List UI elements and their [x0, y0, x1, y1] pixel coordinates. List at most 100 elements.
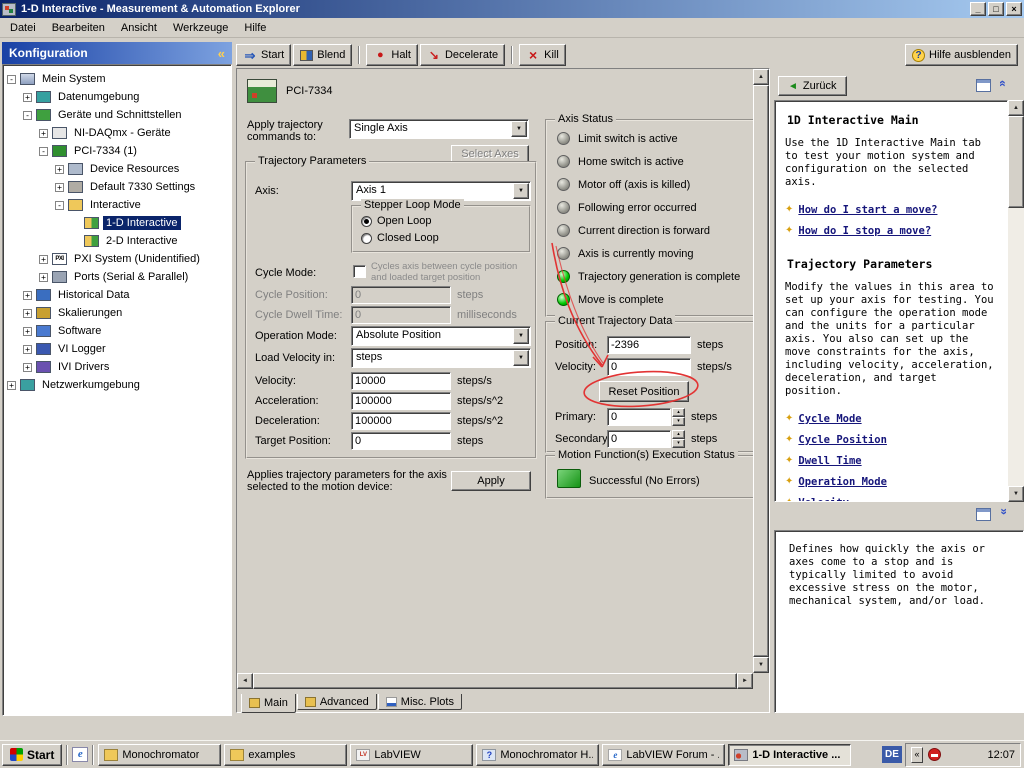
velocity-input[interactable]: 0	[607, 358, 691, 376]
start-button[interactable]: Start	[2, 743, 63, 766]
taskbar-window-1-d-interactive[interactable]: 1-D Interactive ...	[728, 743, 852, 766]
tree-item-mein-system[interactable]: - Mein System	[3, 70, 231, 88]
expand-icon[interactable]: +	[7, 380, 16, 390]
help-link-velocity[interactable]: ✦ Velocity	[781, 492, 1001, 502]
scrollbar-thumb[interactable]	[1008, 116, 1024, 208]
acceleration-input[interactable]: 100000	[351, 392, 451, 410]
collapse-down-icon[interactable]	[1000, 505, 1006, 519]
menu-werkzeuge[interactable]: Werkzeuge	[165, 19, 236, 38]
maximize-button[interactable]: □	[988, 2, 1004, 16]
tray-status-icon[interactable]	[928, 748, 941, 761]
help-link-dwell-time[interactable]: ✦ Dwell Time	[781, 450, 1001, 471]
help-window-icon[interactable]	[976, 508, 991, 521]
help-window-icon[interactable]	[976, 79, 991, 92]
help-scrollbar[interactable]: ▲ ▼	[1008, 100, 1024, 502]
collapse-sidebar-icon[interactable]	[218, 46, 225, 61]
expand-icon[interactable]: +	[55, 164, 64, 174]
ie-quicklaunch-icon[interactable]	[72, 747, 89, 762]
expand-icon[interactable]: +	[23, 326, 32, 336]
spin-down-icon[interactable]: ▾	[672, 439, 685, 448]
scroll-down-icon[interactable]: ▼	[1008, 486, 1024, 502]
tree-item-pci-7334-1[interactable]: - PCI-7334 (1)	[3, 142, 231, 160]
menu-hilfe[interactable]: Hilfe	[236, 19, 274, 38]
spin-up-icon[interactable]: ▴	[672, 408, 685, 417]
tree-item-interactive[interactable]: - Interactive	[3, 196, 231, 214]
tree-item-historical-data[interactable]: + Historical Data	[3, 286, 231, 304]
dropdown-arrow-icon[interactable]: ▼	[513, 328, 529, 344]
velocity-input[interactable]: 10000	[351, 372, 451, 390]
help-link-how-do-i-start-a-move[interactable]: ✦ How do I start a move?	[781, 199, 1001, 220]
axis-select[interactable]: Axis 1 ▼	[351, 181, 531, 201]
cycle-mode-checkbox[interactable]	[353, 265, 366, 278]
expand-icon[interactable]: +	[23, 362, 32, 372]
menu-bearbeiten[interactable]: Bearbeiten	[44, 19, 113, 38]
dropdown-arrow-icon[interactable]: ▼	[513, 350, 529, 366]
open-loop-radio[interactable]: Open Loop	[361, 214, 431, 228]
close-button[interactable]: ×	[1006, 2, 1022, 16]
toolbar-button-start[interactable]: Start	[236, 44, 292, 66]
collapse-up-icon[interactable]	[1000, 76, 1006, 90]
horizontal-scrollbar[interactable]: ◄ ►	[237, 673, 753, 689]
taskbar-window-monochromator-h[interactable]: Monochromator H...	[476, 743, 600, 766]
expand-icon[interactable]: +	[23, 308, 32, 318]
dropdown-arrow-icon[interactable]: ▼	[513, 183, 529, 199]
operation-mode-select[interactable]: Absolute Position ▼	[351, 326, 531, 346]
scrollbar-thumb[interactable]	[253, 673, 737, 689]
expand-icon[interactable]: +	[55, 182, 64, 192]
scroll-up-icon[interactable]: ▲	[753, 69, 769, 85]
language-indicator[interactable]: DE	[882, 746, 902, 763]
help-link-how-do-i-stop-a-move[interactable]: ✦ How do I stop a move?	[781, 220, 1001, 241]
expand-icon[interactable]: +	[39, 128, 48, 138]
tree-item-software[interactable]: + Software	[3, 322, 231, 340]
tree-item-netzwerkumgebung[interactable]: + Netzwerkumgebung	[3, 376, 231, 394]
deceleration-input[interactable]: 100000	[351, 412, 451, 430]
reset-position-button[interactable]: Reset Position	[599, 381, 689, 402]
tree-item-2-d-interactive[interactable]: 2-D Interactive	[3, 232, 231, 250]
primary-spinner[interactable]: ▴ ▾	[672, 408, 685, 426]
closed-loop-radio[interactable]: Closed Loop	[361, 231, 439, 245]
minimize-button[interactable]: _	[970, 2, 986, 16]
taskbar-window-labview[interactable]: LabVIEW	[350, 743, 474, 766]
scroll-up-icon[interactable]: ▲	[1008, 100, 1024, 116]
toolbar-button-halt[interactable]: Halt	[366, 44, 418, 66]
secondary-input[interactable]: 0	[607, 430, 671, 448]
spin-down-icon[interactable]: ▾	[672, 417, 685, 426]
tree-item-ivi-drivers[interactable]: + IVI Drivers	[3, 358, 231, 376]
tree-item-device-resources[interactable]: + Device Resources	[3, 160, 231, 178]
tree-item-vi-logger[interactable]: + VI Logger	[3, 340, 231, 358]
expand-icon[interactable]: +	[23, 290, 32, 300]
taskbar-window-labview-forum[interactable]: LabVIEW Forum - ...	[602, 743, 726, 766]
tree-item-default-7330-settings[interactable]: + Default 7330 Settings	[3, 178, 231, 196]
menu-datei[interactable]: Datei	[2, 19, 44, 38]
expand-icon[interactable]: +	[23, 344, 32, 354]
scroll-left-icon[interactable]: ◄	[237, 673, 253, 689]
load-velocity-select[interactable]: steps ▼	[351, 348, 531, 368]
tree-item-ger-te-und-schnittstellen[interactable]: - Geräte und Schnittstellen	[3, 106, 231, 124]
tray-chevron-icon[interactable]: «	[911, 746, 923, 763]
tree-item-datenumgebung[interactable]: + Datenumgebung	[3, 88, 231, 106]
tree-item-ports-serial-parallel[interactable]: + Ports (Serial & Parallel)	[3, 268, 231, 286]
spin-up-icon[interactable]: ▴	[672, 430, 685, 439]
taskbar-window-monochromator[interactable]: Monochromator	[98, 743, 222, 766]
apply-button[interactable]: Apply	[451, 471, 531, 491]
tab-main[interactable]: Main	[241, 694, 296, 713]
collapse-icon[interactable]: -	[55, 200, 64, 210]
vertical-scrollbar[interactable]: ▲ ▼	[753, 69, 769, 673]
help-toggle-button[interactable]: Hilfe ausblenden	[905, 44, 1018, 66]
tree-item-pxi-system-unidentified[interactable]: + PXI System (Unidentified)	[3, 250, 231, 268]
collapse-icon[interactable]: -	[7, 74, 16, 84]
help-link-cycle-mode[interactable]: ✦ Cycle Mode	[781, 408, 1001, 429]
expand-icon[interactable]: +	[39, 254, 48, 264]
collapse-icon[interactable]: -	[23, 110, 32, 120]
help-link-operation-mode[interactable]: ✦ Operation Mode	[781, 471, 1001, 492]
scroll-right-icon[interactable]: ►	[737, 673, 753, 689]
tab-advanced[interactable]: Advanced	[296, 694, 377, 710]
toolbar-button-decelerate[interactable]: Decelerate	[419, 44, 506, 66]
apply-to-select[interactable]: Single Axis ▼	[349, 119, 529, 139]
position-input[interactable]: -2396	[607, 336, 691, 354]
tree-item-ni-daqmx-ger-te[interactable]: + NI-DAQmx - Geräte	[3, 124, 231, 142]
collapse-icon[interactable]: -	[39, 146, 48, 156]
primary-input[interactable]: 0	[607, 408, 671, 426]
help-link-cycle-position[interactable]: ✦ Cycle Position	[781, 429, 1001, 450]
expand-icon[interactable]: +	[23, 92, 32, 102]
